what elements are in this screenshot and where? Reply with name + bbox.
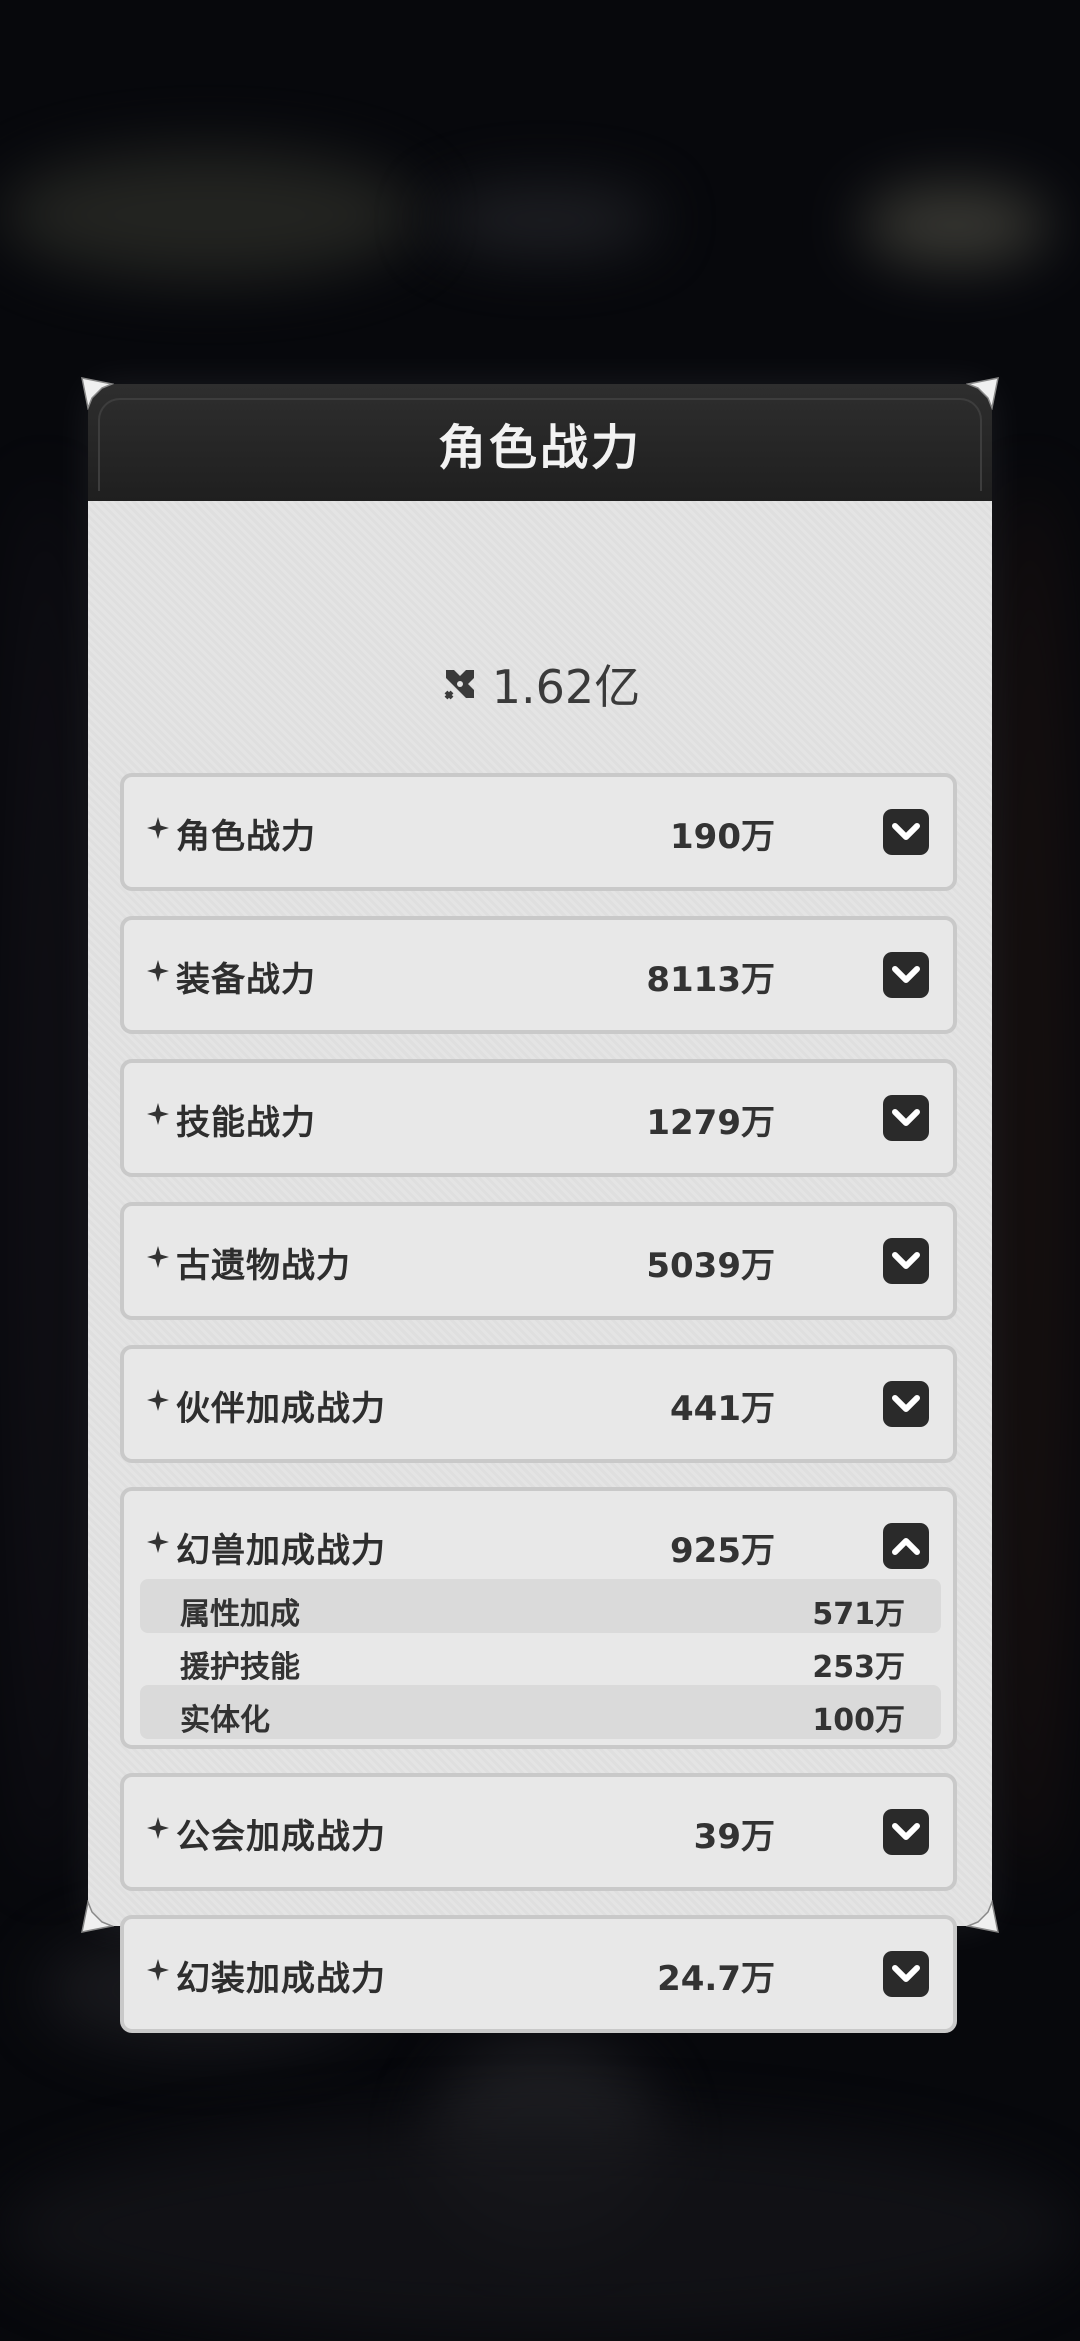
detail-row: 属性加成 571万	[140, 1579, 941, 1633]
stat-label: 技能战力	[176, 1103, 316, 1143]
stat-label: 公会加成战力	[176, 1817, 386, 1857]
chevron-up-icon	[892, 1538, 920, 1555]
sparkle-icon	[147, 1959, 169, 1981]
stat-card-partner[interactable]: 伙伴加成战力 441万	[120, 1345, 957, 1463]
expand-toggle-button[interactable]	[883, 1809, 929, 1855]
stat-value: 24.7万	[657, 1959, 775, 1999]
stat-value: 39万	[693, 1817, 775, 1857]
detail-value: 100万	[812, 1703, 905, 1738]
chevron-down-icon	[892, 1823, 920, 1840]
sparkle-icon	[147, 1103, 169, 1125]
stat-label: 角色战力	[176, 817, 316, 857]
panel-header: 角色战力	[88, 384, 992, 501]
stat-label: 幻装加成战力	[176, 1959, 386, 1999]
power-panel: 角色战力 1.62亿 角色战力 190万 装备战力 8113万 技能战力 127…	[81, 377, 999, 2033]
crossed-swords-icon	[444, 670, 474, 700]
stat-card-skill[interactable]: 技能战力 1279万	[120, 1059, 957, 1177]
expand-toggle-button[interactable]	[883, 1381, 929, 1427]
stat-card-guild[interactable]: 公会加成战力 39万	[120, 1773, 957, 1891]
stat-value: 925万	[670, 1531, 775, 1571]
stat-value: 1279万	[646, 1103, 775, 1143]
expand-toggle-button[interactable]	[883, 1095, 929, 1141]
stat-card-role[interactable]: 角色战力 190万	[120, 773, 957, 891]
expand-toggle-button[interactable]	[883, 1951, 929, 1997]
sparkle-icon	[147, 1389, 169, 1411]
corner-ornament	[965, 1899, 1000, 1934]
corner-ornament	[965, 376, 1000, 411]
stat-label: 装备战力	[176, 960, 316, 1000]
sparkle-icon	[147, 1817, 169, 1839]
expand-toggle-button[interactable]	[883, 809, 929, 855]
chevron-down-icon	[892, 1252, 920, 1269]
stat-card-beast[interactable]: 幻兽加成战力 925万 属性加成 571万 援护技能 253万 实体化 100万	[120, 1487, 957, 1749]
detail-label: 实体化	[180, 1703, 270, 1738]
detail-label: 属性加成	[180, 1597, 300, 1632]
corner-ornament	[80, 376, 115, 411]
chevron-down-icon	[892, 1395, 920, 1412]
stat-card-costume[interactable]: 幻装加成战力 24.7万	[120, 1915, 957, 2033]
stat-value: 441万	[670, 1389, 775, 1429]
chevron-down-icon	[892, 1109, 920, 1126]
chevron-down-icon	[892, 823, 920, 840]
total-power-value: 1.62亿	[491, 660, 641, 714]
stat-label: 古遗物战力	[176, 1246, 351, 1286]
chevron-down-icon	[892, 1965, 920, 1982]
stat-label: 伙伴加成战力	[176, 1389, 386, 1429]
sparkle-icon	[147, 1531, 169, 1553]
stat-value: 190万	[670, 817, 775, 857]
stat-label: 幻兽加成战力	[176, 1531, 386, 1571]
panel-content: 1.62亿 角色战力 190万 装备战力 8113万 技能战力 1279万 古遗…	[88, 501, 992, 2033]
corner-ornament	[80, 1899, 115, 1934]
detail-row: 援护技能 253万	[140, 1632, 941, 1686]
expand-toggle-button[interactable]	[883, 952, 929, 998]
total-power: 1.62亿	[88, 651, 992, 717]
detail-value: 253万	[812, 1650, 905, 1685]
sparkle-icon	[147, 960, 169, 982]
detail-row: 实体化 100万	[140, 1685, 941, 1739]
detail-value: 571万	[812, 1597, 905, 1632]
chevron-down-icon	[892, 966, 920, 983]
stat-value: 8113万	[646, 960, 775, 1000]
panel-title: 角色战力	[437, 420, 642, 476]
detail-label: 援护技能	[180, 1650, 300, 1685]
collapse-toggle-button[interactable]	[883, 1523, 929, 1569]
stat-card-relic[interactable]: 古遗物战力 5039万	[120, 1202, 957, 1320]
stat-card-equipment[interactable]: 装备战力 8113万	[120, 916, 957, 1034]
expand-toggle-button[interactable]	[883, 1238, 929, 1284]
stat-value: 5039万	[646, 1246, 775, 1286]
sparkle-icon	[147, 1246, 169, 1268]
sparkle-icon	[147, 817, 169, 839]
